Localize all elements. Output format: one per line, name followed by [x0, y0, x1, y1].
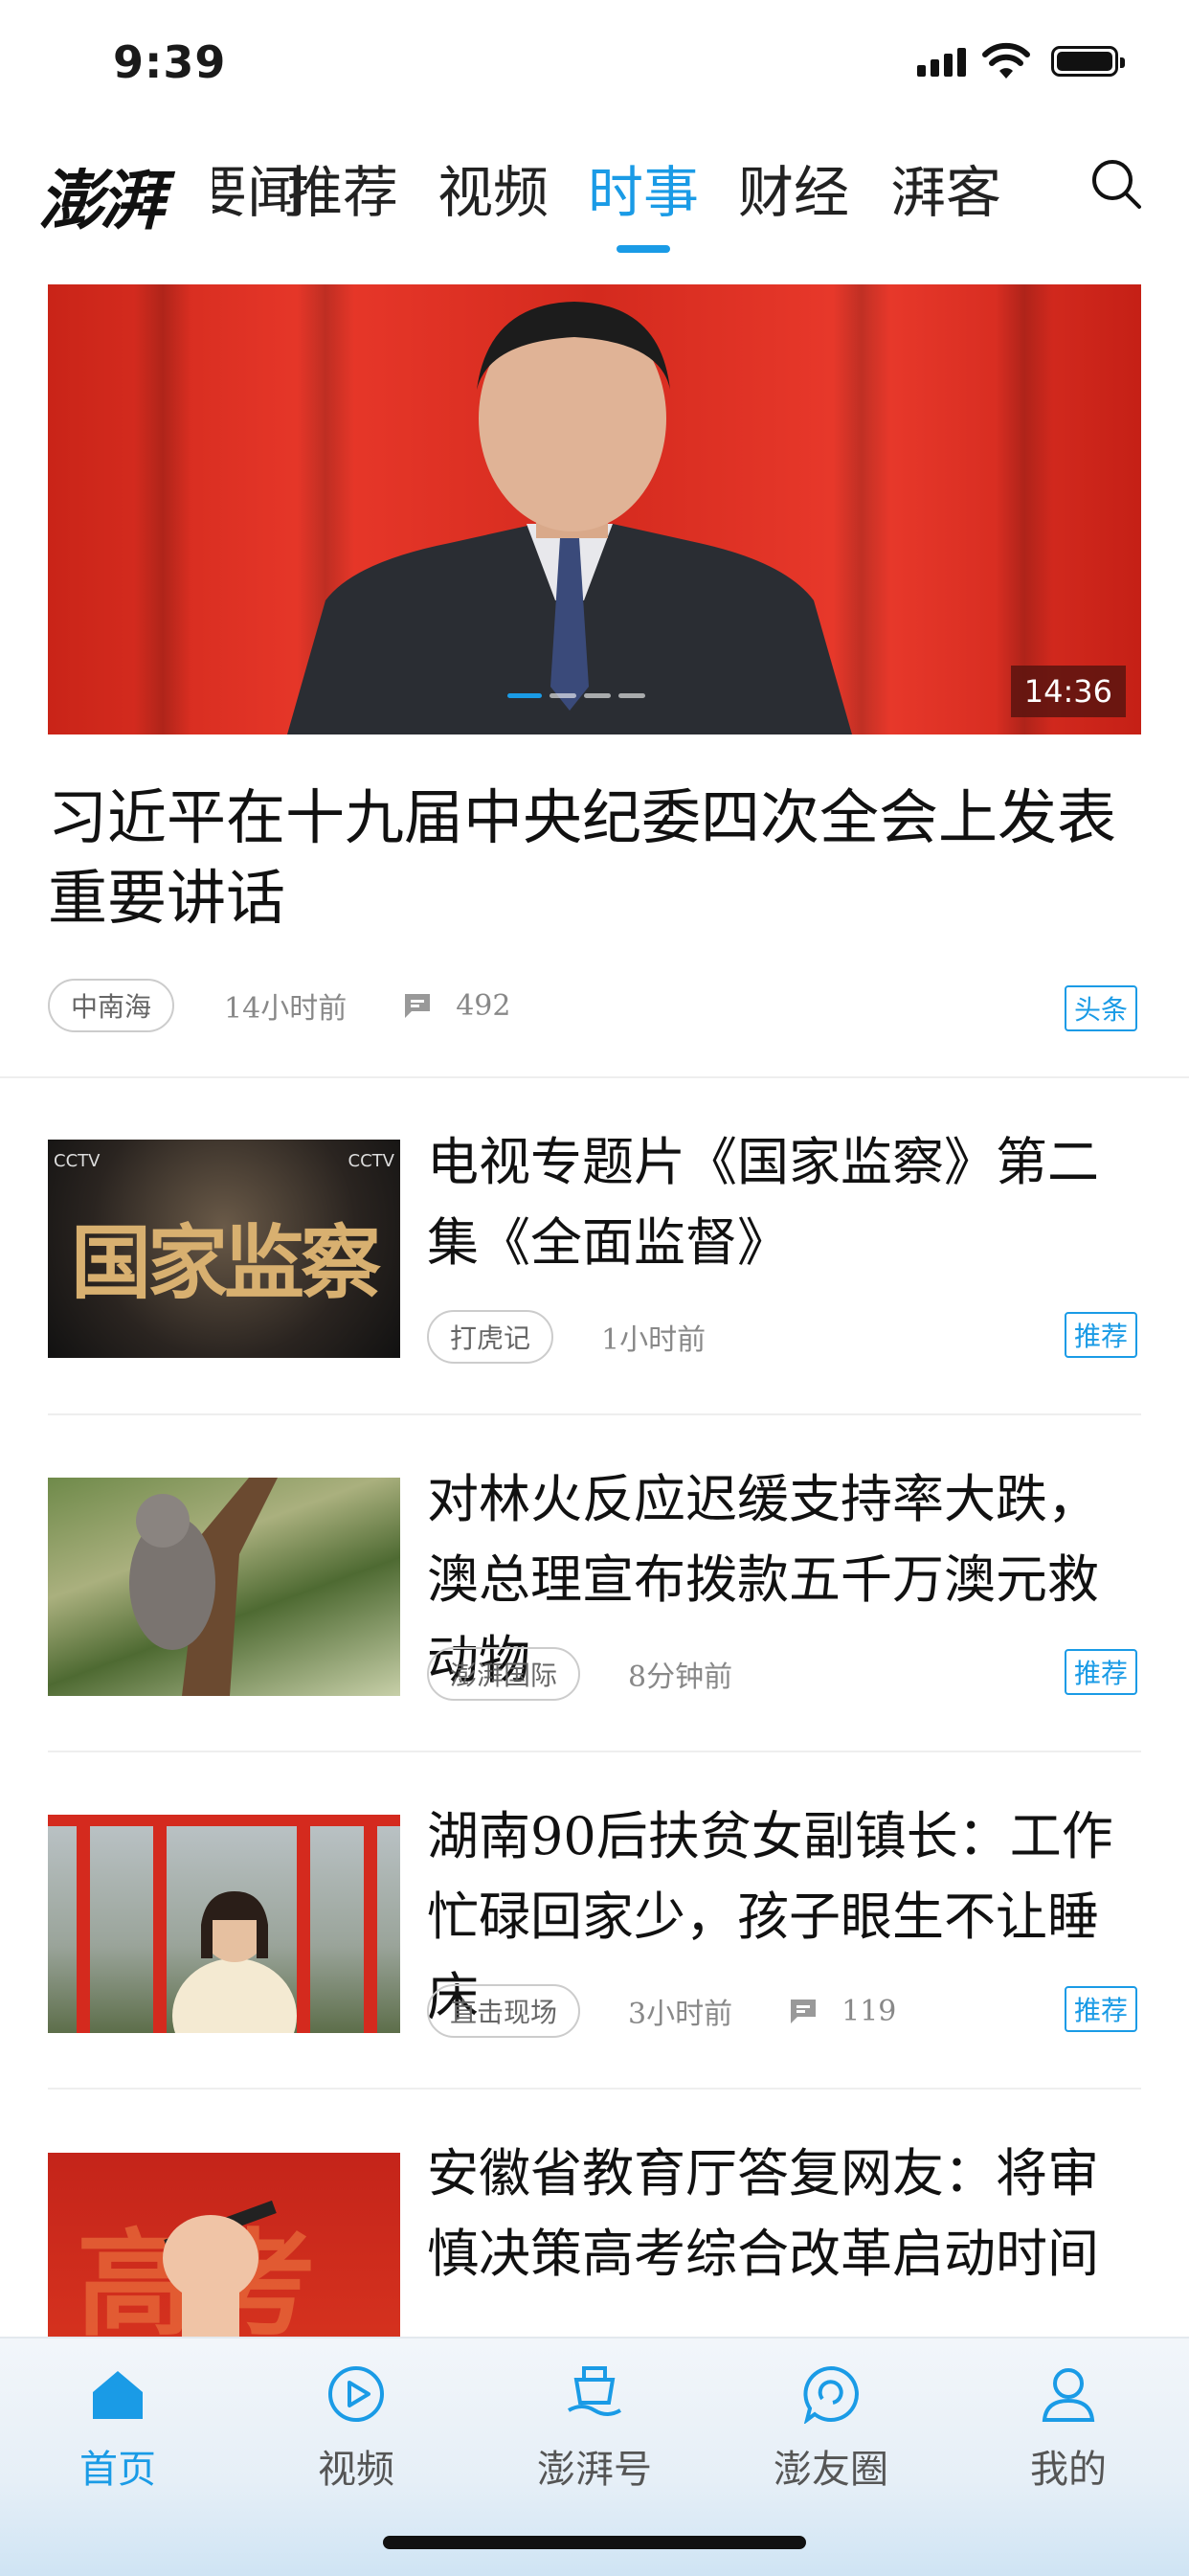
tab-pengpai-hao[interactable]: 澎湃号 [508, 2356, 681, 2494]
status-time: 9:39 [113, 36, 227, 88]
thumbnail-text: 国家监察 [70, 1215, 381, 1310]
timestamp: 8分钟前 [628, 1661, 733, 1694]
news-meta: 打虎记 1小时前 [427, 1310, 706, 1364]
tab-finance[interactable]: 财经 [738, 147, 849, 228]
tab-paike[interactable]: 湃客 [890, 147, 1001, 228]
home-indicator [383, 2536, 806, 2549]
news-meta: 直击现场 3小时前 119 [427, 1984, 896, 2038]
portrait-image [48, 1815, 400, 2033]
active-tab-indicator [617, 245, 670, 253]
tab-label: 我的 [1030, 2448, 1107, 2492]
comment-icon [791, 2000, 817, 2023]
top-nav: 澎湃 要闻 推荐 视频 时事 财经 湃客 [0, 134, 1189, 259]
news-title[interactable]: 安徽省教育厅答复网友：将审慎决策高考综合改革启动时间 [427, 2134, 1145, 2294]
channel-logo: CCTV [54, 1151, 101, 1171]
carousel-dots [507, 693, 645, 698]
channel-logo: CCTV [348, 1151, 394, 1171]
recommend-badge: 推荐 [1065, 1312, 1138, 1358]
tab-label: 澎湃号 [537, 2448, 652, 2492]
timestamp: 14小时前 [224, 992, 348, 1026]
divider [48, 1751, 1141, 1752]
divider [0, 1076, 1189, 1078]
status-bar: 9:39 [0, 0, 1189, 115]
hero-title[interactable]: 习近平在十九届中央纪委四次全会上发表重要讲话 [48, 778, 1149, 938]
source-tag[interactable]: 直击现场 [427, 1984, 581, 2038]
news-thumbnail[interactable]: CCTV CCTV 国家监察 [48, 1140, 400, 1358]
recommend-badge: 推荐 [1065, 1649, 1138, 1695]
tab-pengyou-quan[interactable]: 澎友圈 [745, 2356, 917, 2494]
headline-badge: 头条 [1065, 985, 1138, 1031]
timestamp: 1小时前 [601, 1323, 707, 1357]
divider [48, 1413, 1141, 1415]
wifi-icon [982, 42, 1030, 79]
news-title[interactable]: 电视专题片《国家监察》第二集《全面监督》 [427, 1122, 1145, 1283]
koala-image [129, 1478, 278, 1696]
comment-count: 119 [841, 1994, 897, 2028]
hero-meta: 中南海 14小时前 492 [48, 979, 510, 1032]
comment-icon [405, 994, 431, 1018]
source-tag[interactable]: 中南海 [48, 979, 175, 1032]
hero-speaker-image [287, 302, 852, 734]
news-thumbnail[interactable] [48, 1815, 400, 2033]
person-icon [1042, 2368, 1095, 2422]
news-meta: 澎湃国际 8分钟前 [427, 1647, 732, 1701]
source-tag[interactable]: 澎湃国际 [427, 1647, 581, 1701]
chat-bubble-icon [803, 2365, 859, 2424]
search-icon[interactable] [1088, 155, 1145, 213]
tab-current-affairs[interactable]: 时事 [588, 147, 699, 228]
tab-label: 视频 [318, 2448, 394, 2492]
battery-icon [1051, 46, 1125, 77]
cellular-signal-icon [917, 48, 966, 77]
tab-video-bottom[interactable]: 视频 [270, 2356, 442, 2494]
tab-video[interactable]: 视频 [437, 147, 549, 228]
video-duration: 14:36 [1010, 666, 1126, 717]
source-tag[interactable]: 打虎记 [427, 1310, 554, 1364]
comment-count: 492 [456, 988, 511, 1023]
ship-icon [568, 2366, 621, 2416]
tab-recommend[interactable]: 推荐 [287, 147, 398, 228]
tab-me[interactable]: 我的 [982, 2356, 1155, 2494]
divider [48, 2088, 1141, 2090]
recommend-badge: 推荐 [1065, 1986, 1138, 2032]
tab-label: 首页 [79, 2448, 156, 2492]
news-thumbnail[interactable] [48, 1478, 400, 1696]
play-icon [328, 2366, 384, 2422]
tab-home[interactable]: 首页 [32, 2356, 204, 2494]
hero-video[interactable]: 14:36 [48, 284, 1141, 734]
tab-label: 澎友圈 [774, 2448, 888, 2492]
home-icon [93, 2371, 143, 2419]
timestamp: 3小时前 [628, 1998, 733, 2031]
app-logo: 澎湃 [38, 163, 165, 239]
